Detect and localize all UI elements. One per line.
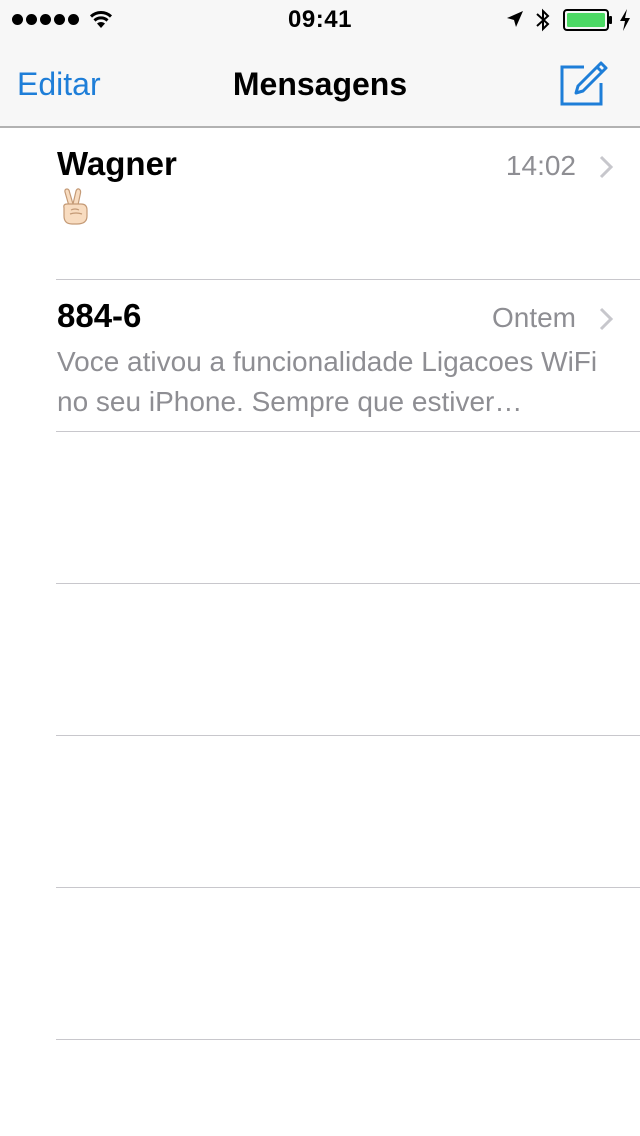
battery-icon [563, 9, 612, 31]
empty-row [0, 432, 640, 584]
conversation-sender: 884-6 [57, 297, 142, 334]
compose-icon[interactable] [558, 58, 610, 108]
conversation-preview: Voce ativou a funcionalidade Ligacoes Wi… [57, 346, 598, 417]
empty-row [0, 584, 640, 736]
empty-row [0, 736, 640, 888]
chevron-right-icon [599, 307, 614, 331]
status-bar: 09:41 [0, 0, 640, 40]
conversation-time: 14:02 [505, 150, 576, 181]
victory-hand-emoji [63, 188, 88, 225]
location-arrow-icon [507, 11, 523, 27]
page-title: Mensagens [232, 66, 408, 102]
bluetooth-icon [536, 8, 550, 32]
conversation-list: Wagner 14:02 884-6 Ontem Voce ativou a f… [0, 128, 640, 1040]
charging-bolt-icon [620, 9, 630, 31]
top-bar: 09:41 Editar Mensagens [0, 0, 640, 128]
conversation-sender: Wagner [57, 145, 177, 182]
chevron-right-icon [599, 155, 614, 179]
conversation-time: Ontem [491, 302, 576, 333]
conversation-row-wagner[interactable]: Wagner 14:02 [0, 128, 640, 280]
empty-row [0, 888, 640, 1040]
row-separator [56, 1039, 640, 1040]
conversation-row-884-6[interactable]: 884-6 Ontem Voce ativou a funcionalidade… [0, 280, 640, 432]
